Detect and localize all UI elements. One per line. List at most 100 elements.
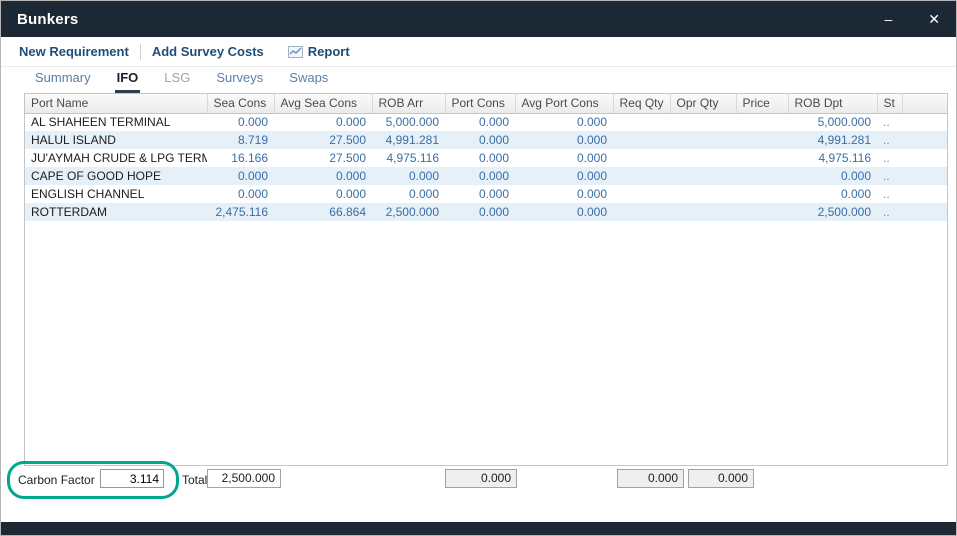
table-row[interactable]: ENGLISH CHANNEL0.0000.0000.0000.0000.000… [25, 185, 948, 203]
cell-avg-sea-cons[interactable]: 27.500 [274, 149, 372, 167]
cell-rob-arr[interactable]: 2,500.000 [372, 203, 445, 221]
cell-price[interactable] [736, 203, 788, 221]
cell-req-qty[interactable] [613, 149, 670, 167]
cell-port-name[interactable]: ROTTERDAM [25, 203, 207, 221]
tab-lsg[interactable]: LSG [162, 70, 192, 93]
column-header-price[interactable]: Price [736, 94, 788, 113]
cell-avg-sea-cons[interactable]: 0.000 [274, 167, 372, 185]
cell-port-cons[interactable]: 0.000 [445, 149, 515, 167]
minimize-button[interactable]: – [884, 12, 892, 26]
cell-opr-qty[interactable] [670, 113, 736, 131]
cell-rob-arr[interactable]: 4,975.116 [372, 149, 445, 167]
cell-port-cons[interactable]: 0.000 [445, 113, 515, 131]
cell-st[interactable]: .. [877, 203, 902, 221]
cell-st[interactable]: .. [877, 113, 902, 131]
cell-rob-dpt[interactable]: 0.000 [788, 185, 877, 203]
cell-st[interactable]: .. [877, 185, 902, 203]
column-header-sea-cons[interactable]: Sea Cons [207, 94, 274, 113]
cell-rob-dpt[interactable]: 5,000.000 [788, 113, 877, 131]
cell-avg-port-cons[interactable]: 0.000 [515, 203, 613, 221]
cell-avg-sea-cons[interactable]: 27.500 [274, 131, 372, 149]
column-header-avg-port-cons[interactable]: Avg Port Cons [515, 94, 613, 113]
cell-avg-port-cons[interactable]: 0.000 [515, 185, 613, 203]
column-header-req-qty[interactable]: Req Qty [613, 94, 670, 113]
cell-sea-cons[interactable]: 8.719 [207, 131, 274, 149]
cell-rob-dpt[interactable]: 4,991.281 [788, 131, 877, 149]
cell-st[interactable]: .. [877, 149, 902, 167]
table-row[interactable]: CAPE OF GOOD HOPE0.0000.0000.0000.0000.0… [25, 167, 948, 185]
cell-avg-port-cons[interactable]: 0.000 [515, 131, 613, 149]
cell-price[interactable] [736, 131, 788, 149]
cell-price[interactable] [736, 149, 788, 167]
cell-port-cons[interactable]: 0.000 [445, 203, 515, 221]
cell-filler[interactable] [902, 167, 948, 185]
cell-st[interactable]: .. [877, 131, 902, 149]
cell-rob-arr[interactable]: 4,991.281 [372, 131, 445, 149]
new-requirement-button[interactable]: New Requirement [19, 44, 129, 59]
cell-price[interactable] [736, 113, 788, 131]
cell-port-name[interactable]: HALUL ISLAND [25, 131, 207, 149]
column-header-avg-sea-cons[interactable]: Avg Sea Cons [274, 94, 372, 113]
add-survey-costs-button[interactable]: Add Survey Costs [152, 44, 264, 59]
table-row[interactable]: ROTTERDAM2,475.11666.8642,500.0000.0000.… [25, 203, 948, 221]
cell-port-cons[interactable]: 0.000 [445, 167, 515, 185]
cell-avg-sea-cons[interactable]: 66.864 [274, 203, 372, 221]
column-header-st[interactable]: St [877, 94, 902, 113]
tab-swaps[interactable]: Swaps [287, 70, 330, 93]
tab-summary[interactable]: Summary [33, 70, 93, 93]
cell-avg-port-cons[interactable]: 0.000 [515, 149, 613, 167]
cell-opr-qty[interactable] [670, 167, 736, 185]
cell-port-name[interactable]: ENGLISH CHANNEL [25, 185, 207, 203]
cell-avg-sea-cons[interactable]: 0.000 [274, 113, 372, 131]
cell-req-qty[interactable] [613, 167, 670, 185]
cell-sea-cons[interactable]: 0.000 [207, 167, 274, 185]
table-row[interactable]: HALUL ISLAND8.71927.5004,991.2810.0000.0… [25, 131, 948, 149]
cell-avg-port-cons[interactable]: 0.000 [515, 113, 613, 131]
cell-filler[interactable] [902, 149, 948, 167]
column-header-filler[interactable] [902, 94, 948, 113]
cell-req-qty[interactable] [613, 131, 670, 149]
cell-rob-arr[interactable]: 5,000.000 [372, 113, 445, 131]
table-row[interactable]: JU'AYMAH CRUDE & LPG TERMIN16.16627.5004… [25, 149, 948, 167]
cell-req-qty[interactable] [613, 203, 670, 221]
cell-opr-qty[interactable] [670, 185, 736, 203]
cell-port-cons[interactable]: 0.000 [445, 131, 515, 149]
cell-port-name[interactable]: JU'AYMAH CRUDE & LPG TERMIN [25, 149, 207, 167]
cell-filler[interactable] [902, 185, 948, 203]
cell-sea-cons[interactable]: 16.166 [207, 149, 274, 167]
column-header-opr-qty[interactable]: Opr Qty [670, 94, 736, 113]
cell-sea-cons[interactable]: 0.000 [207, 113, 274, 131]
cell-port-name[interactable]: CAPE OF GOOD HOPE [25, 167, 207, 185]
carbon-factor-input[interactable] [100, 469, 164, 488]
cell-rob-arr[interactable]: 0.000 [372, 167, 445, 185]
column-header-port-name[interactable]: Port Name [25, 94, 207, 113]
cell-price[interactable] [736, 185, 788, 203]
cell-rob-arr[interactable]: 0.000 [372, 185, 445, 203]
column-header-port-cons[interactable]: Port Cons [445, 94, 515, 113]
table-row[interactable]: AL SHAHEEN TERMINAL0.0000.0005,000.0000.… [25, 113, 948, 131]
cell-price[interactable] [736, 167, 788, 185]
cell-avg-port-cons[interactable]: 0.000 [515, 167, 613, 185]
column-header-rob-arr[interactable]: ROB Arr [372, 94, 445, 113]
cell-filler[interactable] [902, 203, 948, 221]
cell-port-name[interactable]: AL SHAHEEN TERMINAL [25, 113, 207, 131]
report-button[interactable]: Report [308, 44, 350, 59]
cell-st[interactable]: .. [877, 167, 902, 185]
cell-req-qty[interactable] [613, 113, 670, 131]
cell-rob-dpt[interactable]: 2,500.000 [788, 203, 877, 221]
tab-ifo[interactable]: IFO [115, 70, 141, 93]
column-header-rob-dpt[interactable]: ROB Dpt [788, 94, 877, 113]
cell-req-qty[interactable] [613, 185, 670, 203]
cell-sea-cons[interactable]: 0.000 [207, 185, 274, 203]
cell-opr-qty[interactable] [670, 149, 736, 167]
cell-filler[interactable] [902, 113, 948, 131]
cell-opr-qty[interactable] [670, 131, 736, 149]
cell-avg-sea-cons[interactable]: 0.000 [274, 185, 372, 203]
cell-rob-dpt[interactable]: 4,975.116 [788, 149, 877, 167]
cell-rob-dpt[interactable]: 0.000 [788, 167, 877, 185]
cell-filler[interactable] [902, 131, 948, 149]
cell-port-cons[interactable]: 0.000 [445, 185, 515, 203]
cell-sea-cons[interactable]: 2,475.116 [207, 203, 274, 221]
close-button[interactable]: ✕ [928, 12, 940, 26]
cell-opr-qty[interactable] [670, 203, 736, 221]
